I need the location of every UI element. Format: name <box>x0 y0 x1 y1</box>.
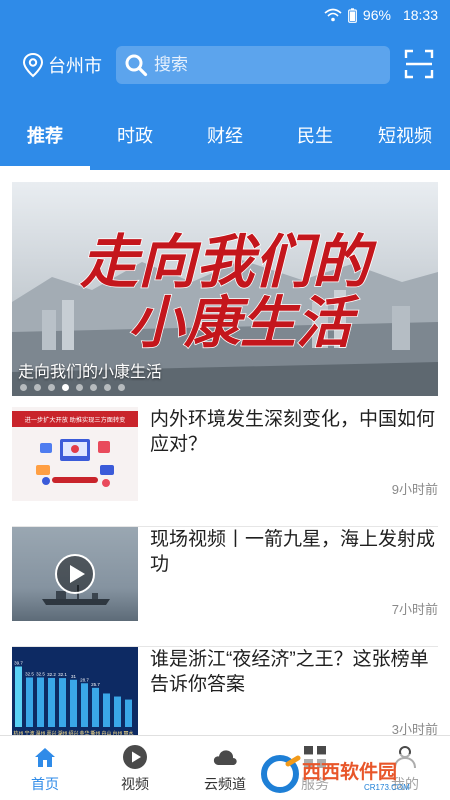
carousel-dot[interactable] <box>90 384 97 391</box>
tab-short-video[interactable]: 短视频 <box>360 100 450 170</box>
nav-label: 云频道 <box>204 775 246 792</box>
thumb-bar <box>59 678 66 727</box>
thumb-bar <box>70 679 77 727</box>
location-selector[interactable]: 台州市 <box>22 52 102 78</box>
banner-caption: 走向我们的小康生活 <box>18 364 163 381</box>
status-bar: 96% 18:33 <box>0 0 450 30</box>
thumb-bar <box>48 677 55 727</box>
news-thumbnail: 进一步扩大开放 助推实现三方面转变 <box>12 407 138 501</box>
battery-percent: 96% <box>362 7 391 23</box>
tab-finance[interactable]: 财经 <box>180 100 270 170</box>
news-item[interactable]: 进一步扩大开放 助推实现三方面转变 内外环境发生深刻变化，中国如何应对？ 9小时… <box>12 407 438 527</box>
carousel-dot[interactable] <box>20 384 27 391</box>
thumb-value-label: 39.7 <box>14 661 23 666</box>
carousel-dot[interactable] <box>34 384 41 391</box>
play-icon <box>123 744 147 769</box>
tab-label: 推荐 <box>27 126 63 146</box>
category-tabs: 推荐 时政 财经 民生 短视频 <box>0 100 450 170</box>
location-label: 台州市 <box>48 56 102 76</box>
carousel-dot[interactable] <box>48 384 55 391</box>
wifi-icon <box>324 8 342 22</box>
news-item[interactable]: 现场视频丨一箭九星，海上发射成功 7小时前 <box>12 527 438 647</box>
thumb-value-label: 32.5 <box>25 671 34 676</box>
tab-label: 民生 <box>297 126 333 146</box>
news-title: 内外环境发生深刻变化，中国如何应对？ <box>150 409 436 455</box>
banner-headline-2: 小康生活 <box>128 293 360 355</box>
tab-label: 时政 <box>117 126 153 146</box>
nav-home[interactable]: 首页 <box>0 736 90 800</box>
news-thumbnail <box>12 527 138 621</box>
tab-recommend[interactable]: 推荐 <box>0 100 90 170</box>
nav-label: 视频 <box>121 775 149 792</box>
tab-label: 短视频 <box>378 126 432 146</box>
nav-label: 首页 <box>31 775 59 792</box>
carousel-dot[interactable] <box>118 384 125 391</box>
thumb-bar <box>114 696 121 727</box>
news-time: 9小时前 <box>391 482 438 497</box>
thumb-value-label: 25.7 <box>91 682 100 687</box>
banner-carousel[interactable]: 走向我们的 小康生活 走向我们的小康生活 <box>12 182 438 396</box>
scan-icon[interactable] <box>404 49 434 79</box>
top-bar: 台州市 <box>0 30 450 100</box>
news-thumbnail: 39.7 32.5 32.5 32.2 32.1 31 28.7 25.7 杭州 宁波 温州 嘉兴湖… <box>12 647 138 741</box>
thumb-value-label: 32.5 <box>36 671 45 676</box>
thumbnail-headline: 进一步扩大开放 助推实现三方面转变 <box>25 416 126 424</box>
thumb-bar <box>15 666 22 727</box>
carousel-indicator <box>20 384 125 391</box>
night-economy-chart-image: 39.732.5 32.5 32.2 32.1 3128.725.7 杭州 宁波 温州 嘉兴湖… <box>12 647 138 741</box>
news-title: 谁是浙江“夜经济”之王？这张榜单告诉你答案 <box>150 649 429 695</box>
tab-label: 财经 <box>207 126 243 146</box>
cloud-icon <box>213 749 237 765</box>
carousel-dot[interactable] <box>104 384 111 391</box>
thumb-bar <box>125 699 132 727</box>
search-icon <box>125 54 148 77</box>
search-box[interactable] <box>116 46 390 84</box>
news-title: 现场视频丨一箭九星，海上发射成功 <box>150 529 436 575</box>
thumb-bar <box>92 687 99 727</box>
policy-illustration-image: 进一步扩大开放 助推实现三方面转变 <box>12 407 138 501</box>
clock: 18:33 <box>402 7 438 23</box>
tab-politics[interactable]: 时政 <box>90 100 180 170</box>
carousel-dot-active[interactable] <box>62 384 69 391</box>
thumb-bar <box>26 677 33 727</box>
thumb-value-label: 32.2 <box>47 672 56 677</box>
carousel-dot[interactable] <box>76 384 83 391</box>
play-button-icon[interactable] <box>54 553 96 595</box>
watermark-logo: 西西软件园 CR173.COM <box>258 754 448 794</box>
tab-livelihood[interactable]: 民生 <box>270 100 360 170</box>
thumb-value-label: 32.1 <box>58 672 67 677</box>
battery-icon <box>348 7 357 23</box>
watermark-text: 西西软件园 <box>302 760 397 783</box>
nav-video[interactable]: 视频 <box>90 736 180 800</box>
thumb-bar <box>103 693 110 727</box>
nav-cloud-channel[interactable]: 云频道 <box>180 736 270 800</box>
location-pin-icon <box>22 52 44 78</box>
thumb-value-label: 31 <box>71 674 77 679</box>
watermark-subtext: CR173.COM <box>364 783 410 792</box>
thumb-value-label: 28.7 <box>80 677 89 682</box>
search-input[interactable] <box>154 55 374 75</box>
home-icon <box>35 747 55 767</box>
banner-headline-1: 走向我们的 <box>79 230 377 295</box>
thumb-bar <box>81 683 88 727</box>
news-time: 7小时前 <box>391 602 438 617</box>
thumb-bar <box>37 677 44 727</box>
